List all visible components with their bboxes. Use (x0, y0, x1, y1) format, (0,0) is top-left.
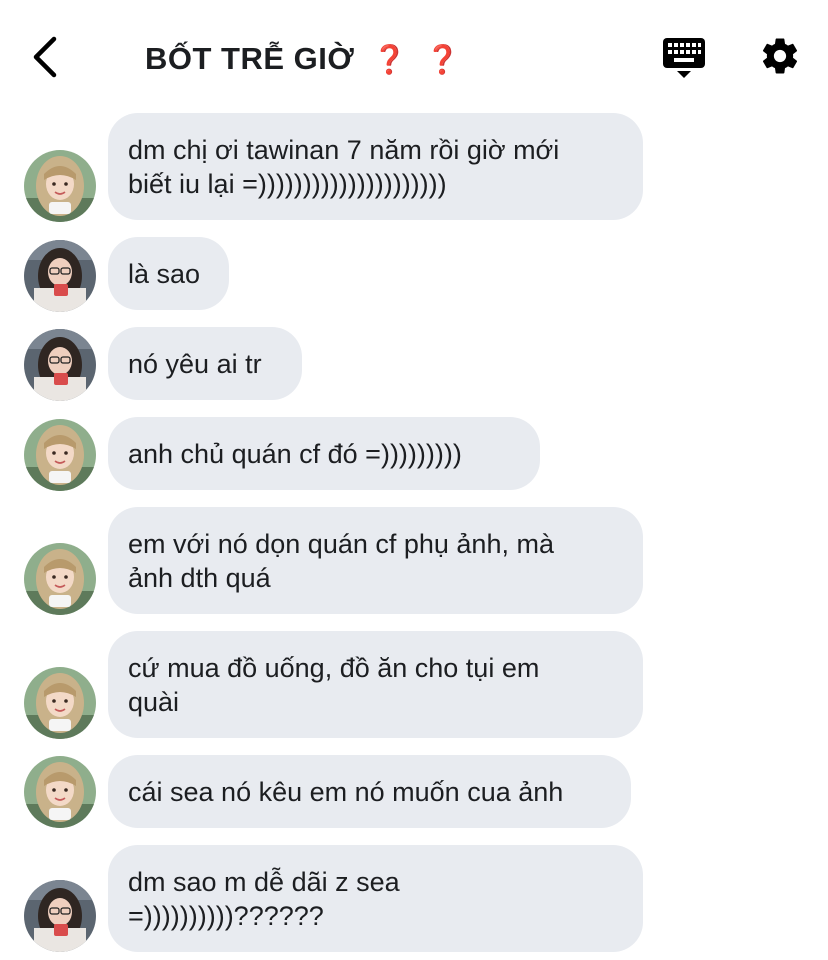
avatar-image (24, 756, 96, 828)
avatar[interactable] (24, 240, 96, 312)
chat-title: BỐT TRỄ GIỜ (145, 41, 355, 76)
message-bubble[interactable]: cứ mua đồ uống, đồ ăn cho tụi em quài (108, 631, 643, 738)
avatar-image (24, 240, 96, 312)
question-mark-emoji: ❓ (425, 43, 461, 75)
avatar-image (24, 667, 96, 739)
avatar-image (24, 150, 96, 222)
message-bubble[interactable]: nó yêu ai tr (108, 327, 302, 400)
keyboard-icon (663, 38, 705, 78)
message-bubble[interactable]: em với nó dọn quán cf phụ ảnh, mà ảnh dt… (108, 507, 643, 614)
avatar-image (24, 419, 96, 491)
chevron-left-icon (33, 36, 57, 78)
message-bubble[interactable]: dm sao m dễ dãi z sea =))))))))))?????? (108, 845, 643, 952)
chat-title-group: BỐT TRỄ GIỜ ❓ ❓ (145, 36, 460, 82)
avatar[interactable] (24, 543, 96, 615)
question-mark-emoji: ❓ (372, 43, 408, 75)
avatar[interactable] (24, 150, 96, 222)
chat-header: BỐT TRỄ GIỜ ❓ ❓ (0, 0, 828, 110)
avatar[interactable] (24, 419, 96, 491)
avatar[interactable] (24, 329, 96, 401)
back-button[interactable] (26, 34, 66, 80)
avatar[interactable] (24, 756, 96, 828)
avatar[interactable] (24, 880, 96, 952)
avatar-image (24, 329, 96, 401)
avatar-image (24, 543, 96, 615)
message-bubble[interactable]: cái sea nó kêu em nó muốn cua ảnh (108, 755, 631, 828)
avatar-image (24, 880, 96, 952)
message-bubble[interactable]: dm chị ơi tawinan 7 năm rồi giờ mới biết… (108, 113, 643, 220)
message-bubble[interactable]: là sao (108, 237, 229, 310)
settings-button[interactable] (759, 35, 801, 77)
gear-icon (762, 38, 798, 74)
message-bubble[interactable]: anh chủ quán cf đó =))))))))) (108, 417, 540, 490)
keyboard-button[interactable] (662, 36, 706, 80)
avatar[interactable] (24, 667, 96, 739)
